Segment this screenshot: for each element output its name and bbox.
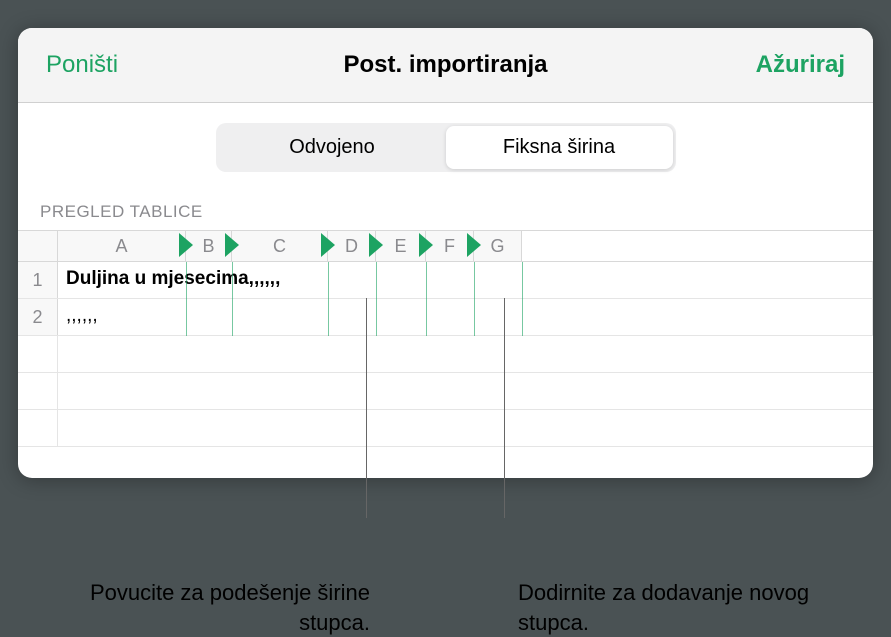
column-divider[interactable] — [328, 262, 329, 336]
segmented-container: Odvojeno Fiksna širina — [18, 103, 873, 192]
table-preview: ABCDEFG 1 Duljina u mjesecima,,,,,, 2 ,,… — [18, 230, 873, 447]
data-cell: ,,,,,, — [58, 299, 873, 335]
column-header[interactable]: G — [474, 231, 522, 261]
callout-drag: Povucite za podešenje širine stupca. — [70, 578, 370, 637]
column-divider[interactable] — [474, 262, 475, 336]
callout-line — [366, 298, 367, 518]
callout-tap: Dodirnite za dodavanje novog stupca. — [518, 578, 818, 637]
tab-fixed-width[interactable]: Fiksna širina — [446, 126, 673, 169]
segmented-control[interactable]: Odvojeno Fiksna širina — [216, 123, 676, 172]
column-divider[interactable] — [426, 262, 427, 336]
tab-delimited[interactable]: Odvojeno — [219, 126, 446, 169]
column-marker-icon[interactable] — [467, 233, 481, 257]
row-number: 1 — [18, 262, 58, 298]
row-number-empty — [18, 373, 58, 409]
cancel-button[interactable]: Poništi — [46, 51, 118, 79]
import-settings-modal: Poništi Post. importiranja Ažuriraj Odvo… — [18, 28, 873, 478]
row-number-empty — [18, 410, 58, 446]
row-number: 2 — [18, 299, 58, 335]
empty-row — [18, 373, 873, 410]
section-label: PREGLED TABLICE — [18, 192, 873, 230]
column-header[interactable]: C — [232, 231, 328, 261]
column-headers: ABCDEFG — [18, 230, 873, 262]
table-row: 2 ,,,,,, — [18, 299, 873, 336]
column-marker-icon[interactable] — [179, 233, 193, 257]
column-marker-icon[interactable] — [225, 233, 239, 257]
column-divider[interactable] — [232, 262, 233, 336]
column-marker-icon[interactable] — [419, 233, 433, 257]
modal-header: Poništi Post. importiranja Ažuriraj — [18, 28, 873, 103]
column-divider[interactable] — [376, 262, 377, 336]
column-divider[interactable] — [522, 262, 523, 336]
table-row: 1 Duljina u mjesecima,,,,,, — [18, 262, 873, 299]
column-header[interactable]: A — [58, 231, 186, 261]
callout-line — [504, 298, 505, 518]
empty-row — [18, 410, 873, 447]
column-marker-icon[interactable] — [321, 233, 335, 257]
corner-cell — [18, 231, 58, 261]
column-divider[interactable] — [186, 262, 187, 336]
modal-title: Post. importiranja — [343, 51, 547, 79]
update-button[interactable]: Ažuriraj — [756, 51, 845, 79]
data-cell: Duljina u mjesecima,,,,,, — [58, 262, 873, 298]
empty-row — [18, 336, 873, 373]
column-marker-icon[interactable] — [369, 233, 383, 257]
row-number-empty — [18, 336, 58, 372]
